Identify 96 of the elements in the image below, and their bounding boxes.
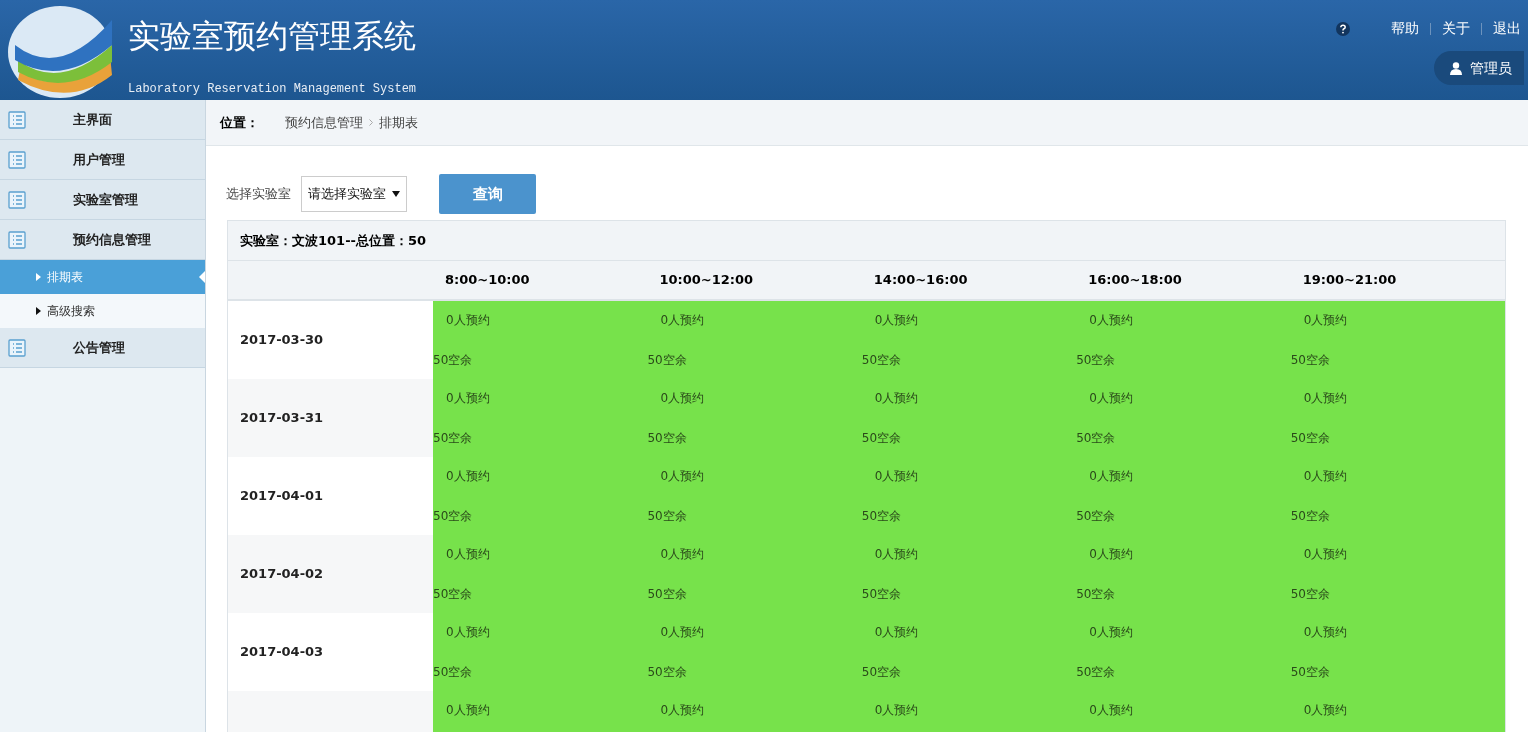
column-header: 16:00~18:00: [1088, 271, 1182, 290]
reserved-count: 0人预约: [446, 312, 490, 329]
reserved-count: 0人预约: [1303, 702, 1348, 719]
breadcrumb-link[interactable]: 排期表: [379, 112, 418, 133]
reserved-count: 0人预约: [1303, 546, 1348, 563]
free-count: 50空余: [433, 664, 473, 681]
reserved-count: 0人预约: [1089, 702, 1133, 719]
header-link[interactable]: 退出: [1490, 18, 1524, 39]
header-link[interactable]: 关于: [1439, 18, 1473, 39]
date-cell-text: 2017-04-01: [240, 487, 324, 506]
user-badge[interactable]: 管理员: [1434, 51, 1524, 85]
sidebar-item[interactable]: 预约信息管理: [0, 220, 205, 260]
reserved-count: 0人预约: [874, 390, 919, 407]
table-caption: 实验室：文波101--总位置：50: [228, 221, 1505, 261]
app-title: 实验室预约管理系统: [128, 16, 417, 57]
help-icon[interactable]: [1336, 21, 1350, 36]
date-cell-text: 2017-04-03: [240, 643, 324, 662]
free-count: 50空余: [1076, 508, 1116, 525]
reserved-count: 0人预约: [446, 546, 490, 563]
free-count: 50空余: [647, 352, 687, 369]
list-icon: [8, 230, 26, 249]
free-count: 50空余: [1290, 430, 1330, 447]
reserved-count: 0人预约: [1303, 624, 1348, 641]
free-count: 50空余: [647, 508, 687, 525]
chevron-icon: [369, 119, 373, 126]
free-count: 50空余: [647, 586, 687, 603]
free-count: 50空余: [647, 430, 687, 447]
sidebar-item[interactable]: 用户管理: [0, 140, 205, 180]
active-pointer-icon: [199, 271, 205, 283]
free-count: 50空余: [1076, 586, 1116, 603]
reserved-count: 0人预约: [874, 468, 919, 485]
reserved-count: 0人预约: [446, 702, 490, 719]
reserved-count: 0人预约: [660, 624, 705, 641]
reserved-count: 0人预约: [660, 312, 705, 329]
reserved-count: 0人预约: [446, 468, 490, 485]
free-count: 50空余: [433, 430, 473, 447]
free-count: 50空余: [433, 586, 473, 603]
reserved-count: 0人预约: [1303, 312, 1348, 329]
reserved-count: 0人预约: [1089, 390, 1133, 407]
triangle-icon: [36, 273, 41, 281]
reserved-count: 0人预约: [1089, 624, 1133, 641]
app-subtitle: Laboratory Reservation Management System: [128, 81, 417, 98]
reserved-count: 0人预约: [1303, 390, 1348, 407]
date-cell-text: 2017-03-31: [240, 409, 324, 428]
user-name: 管理员: [1470, 58, 1512, 78]
reserved-count: 0人预约: [660, 468, 705, 485]
free-count: 50空余: [1076, 664, 1116, 681]
reserved-count: 0人预约: [446, 390, 490, 407]
free-count: 50空余: [433, 508, 473, 525]
free-count: 50空余: [1076, 352, 1116, 369]
free-count: 50空余: [861, 430, 902, 447]
triangle-icon: [36, 307, 41, 315]
sidebar-item[interactable]: 实验室管理: [0, 180, 205, 220]
user-icon: [1450, 61, 1462, 75]
free-count: 50空余: [861, 352, 902, 369]
date-cell-text: 2017-03-30: [240, 331, 324, 350]
sidebar-item[interactable]: 公告管理: [0, 328, 205, 368]
reserved-count: 0人预约: [1303, 468, 1348, 485]
reserved-count: 0人预约: [874, 624, 919, 641]
free-count: 50空余: [861, 586, 902, 603]
free-count: 50空余: [1290, 664, 1330, 681]
free-count: 50空余: [861, 508, 902, 525]
reserved-count: 0人预约: [660, 390, 705, 407]
reserved-count: 0人预约: [874, 546, 919, 563]
reserved-count: 0人预约: [660, 546, 705, 563]
free-count: 50空余: [861, 664, 902, 681]
reserved-count: 0人预约: [1089, 312, 1133, 329]
list-icon: [8, 110, 26, 129]
sidebar-subitem[interactable]: 高级搜索: [0, 294, 205, 328]
header-link[interactable]: 帮助: [1388, 18, 1422, 39]
list-icon: [8, 150, 26, 169]
free-count: 50空余: [1290, 586, 1330, 603]
column-header: 8:00~10:00: [445, 271, 530, 290]
sidebar-item[interactable]: 主界面: [0, 100, 205, 140]
date-cell-text: 2017-04-02: [240, 565, 324, 584]
reserved-count: 0人预约: [660, 702, 705, 719]
free-count: 50空余: [1290, 508, 1330, 525]
column-header: 19:00~21:00: [1302, 271, 1397, 290]
reserved-count: 0人预约: [874, 702, 919, 719]
column-header: 10:00~12:00: [659, 271, 754, 290]
free-count: 50空余: [433, 352, 473, 369]
column-header: 14:00~16:00: [873, 271, 968, 290]
free-count: 50空余: [1076, 430, 1116, 447]
free-count: 50空余: [1290, 352, 1330, 369]
lab-select[interactable]: 请选择实验室: [301, 176, 407, 212]
reserved-count: 0人预约: [1089, 468, 1133, 485]
breadcrumb-link[interactable]: 预约信息管理: [285, 112, 363, 133]
reserved-count: 0人预约: [874, 312, 919, 329]
reserved-count: 0人预约: [446, 624, 490, 641]
breadcrumb-label: 位置：: [220, 113, 259, 132]
free-count: 50空余: [647, 664, 687, 681]
reserved-count: 0人预约: [1089, 546, 1133, 563]
list-icon: [8, 190, 26, 209]
list-icon: [8, 338, 26, 357]
filter-label: 选择实验室: [226, 185, 291, 204]
dropdown-caret-icon: [392, 191, 400, 197]
